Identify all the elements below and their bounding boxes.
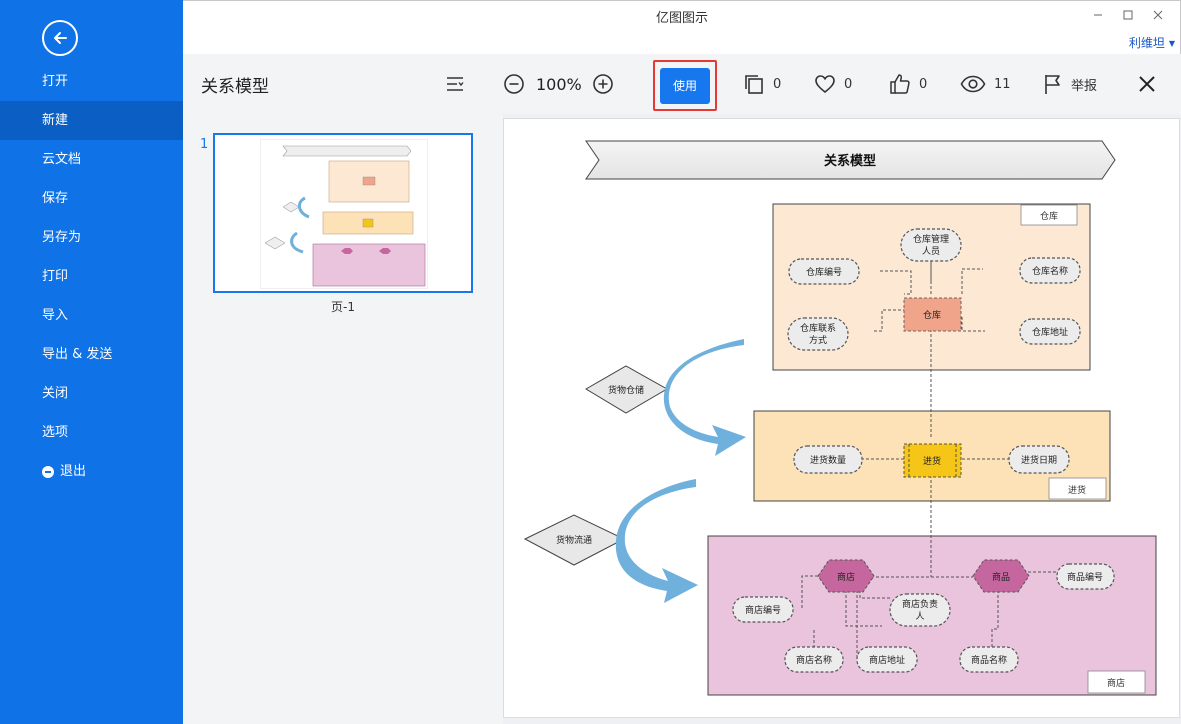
close-preview-button[interactable] bbox=[1137, 70, 1157, 98]
zoom-in-button[interactable] bbox=[592, 70, 614, 98]
node-goods-name-label: 商品名称 bbox=[971, 654, 1007, 666]
toolbar: 关系模型 100% 使用 0 0 0 11 举报 bbox=[183, 54, 1181, 114]
relation-storage-label: 货物仓储 bbox=[608, 384, 644, 396]
node-date-label: 进货日期 bbox=[1021, 454, 1057, 466]
list-menu-icon bbox=[447, 77, 464, 91]
user-menu[interactable]: 利维坦 ▼ bbox=[1129, 34, 1175, 51]
node-shop-name-label: 商店名称 bbox=[796, 654, 832, 666]
page-thumbnail[interactable] bbox=[213, 133, 473, 293]
sidebar-item-export[interactable]: 导出 & 发送 bbox=[0, 335, 183, 374]
sidebar-item-cloud[interactable]: 云文档 bbox=[0, 140, 183, 179]
node-shop-addr-label: 商店地址 bbox=[869, 654, 905, 666]
node-wh-contact-label-1: 仓库联系 bbox=[800, 322, 836, 334]
close-icon bbox=[1139, 76, 1155, 92]
zoom-in-icon bbox=[593, 74, 613, 94]
maximize-icon bbox=[1123, 10, 1133, 20]
sidebar-item-new[interactable]: 新建 bbox=[0, 101, 183, 140]
node-goods-center-label: 商品 bbox=[992, 571, 1010, 583]
thumbs-up-icon bbox=[890, 74, 910, 94]
eye-icon bbox=[960, 75, 986, 93]
node-goods-id-label: 商品编号 bbox=[1067, 571, 1103, 583]
exit-icon bbox=[42, 465, 54, 478]
sidebar-item-options[interactable]: 选项 bbox=[0, 413, 183, 452]
copy-count[interactable]: 0 bbox=[743, 70, 781, 98]
node-wh-contact-label-2: 方式 bbox=[809, 334, 827, 346]
sidebar-item-close[interactable]: 关闭 bbox=[0, 374, 183, 413]
arrow-left-icon bbox=[54, 32, 67, 44]
sidebar-item-open[interactable]: 打开 bbox=[0, 62, 183, 101]
page-number: 1 bbox=[200, 137, 209, 152]
node-wh-addr-label: 仓库地址 bbox=[1032, 326, 1068, 338]
caret-down-icon: ▼ bbox=[1168, 39, 1175, 48]
arrow-flow bbox=[615, 479, 698, 603]
relation-flow-label: 货物流通 bbox=[556, 534, 592, 546]
thumbnail-diagram bbox=[264, 145, 426, 287]
node-purchase-center-label: 进货 bbox=[923, 455, 941, 467]
zoom-level: 100% bbox=[536, 74, 582, 94]
sidebar-menu: 打开 新建 云文档 保存 另存为 打印 导入 导出 & 发送 关闭 选项 退出 bbox=[0, 62, 183, 491]
back-button[interactable] bbox=[42, 20, 78, 56]
zoom-out-icon bbox=[504, 74, 524, 94]
group-shop-label: 商店 bbox=[1107, 677, 1125, 689]
relation-diagram: 关系模型 仓库 进货 商店 仓库 仓库管理 人员 仓库编号 仓库名称 仓库联系 … bbox=[523, 140, 1157, 696]
group-purchase-label: 进货 bbox=[1068, 484, 1086, 496]
like-count[interactable]: 0 bbox=[889, 70, 927, 98]
minimize-button[interactable] bbox=[1083, 4, 1113, 26]
close-icon bbox=[1153, 10, 1163, 20]
node-manager-label-2: 人员 bbox=[922, 246, 940, 257]
canvas-area: 关系模型 仓库 进货 商店 仓库 仓库管理 人员 仓库编号 仓库名称 仓库联系 … bbox=[503, 114, 1181, 724]
zoom-out-button[interactable] bbox=[503, 70, 525, 98]
maximize-button[interactable] bbox=[1113, 4, 1143, 26]
node-shop-id-label: 商店编号 bbox=[745, 604, 781, 616]
outline-button[interactable] bbox=[445, 70, 465, 98]
flag-icon bbox=[1045, 75, 1060, 94]
node-manager-label-1: 仓库管理 bbox=[913, 233, 949, 245]
page-label: 页-1 bbox=[331, 300, 355, 314]
heart-icon bbox=[815, 75, 835, 94]
window-controls bbox=[1083, 4, 1173, 26]
node-warehouse-center-label: 仓库 bbox=[923, 309, 941, 321]
node-shop-center-label: 商店 bbox=[837, 571, 855, 583]
titlebar: 亿图图示 bbox=[183, 0, 1181, 32]
use-button-highlight: 使用 bbox=[653, 60, 717, 111]
use-template-button[interactable]: 使用 bbox=[660, 67, 710, 104]
diagram-canvas: 关系模型 仓库 进货 商店 仓库 仓库管理 人员 仓库编号 仓库名称 仓库联系 … bbox=[503, 118, 1180, 718]
window-title: 亿图图示 bbox=[655, 11, 708, 26]
sidebar-item-save[interactable]: 保存 bbox=[0, 179, 183, 218]
sidebar-item-save-as[interactable]: 另存为 bbox=[0, 218, 183, 257]
arrow-storage bbox=[663, 339, 746, 456]
diagram-title: 关系模型 bbox=[824, 153, 876, 169]
view-count: 11 bbox=[960, 70, 1011, 98]
favorite-count[interactable]: 0 bbox=[814, 70, 852, 98]
close-window-button[interactable] bbox=[1143, 4, 1173, 26]
node-qty-label: 进货数量 bbox=[810, 454, 846, 466]
thumbnail-panel: 1 页-1 bbox=[183, 114, 503, 724]
node-shop-owner-label-1: 商店负责 bbox=[902, 598, 938, 610]
node-wh-id-label: 仓库编号 bbox=[806, 266, 842, 278]
copy-icon bbox=[745, 75, 763, 94]
sidebar-item-import[interactable]: 导入 bbox=[0, 296, 183, 335]
sidebar-item-exit[interactable]: 退出 bbox=[0, 452, 183, 491]
document-title: 关系模型 bbox=[201, 77, 269, 97]
node-shop-owner-label-2: 人 bbox=[915, 611, 924, 622]
group-warehouse-label: 仓库 bbox=[1040, 210, 1058, 222]
node-wh-name-label: 仓库名称 bbox=[1032, 265, 1068, 277]
thumbnail-preview bbox=[260, 139, 428, 289]
sidebar: 打开 新建 云文档 保存 另存为 打印 导入 导出 & 发送 关闭 选项 退出 bbox=[0, 0, 183, 724]
report-button[interactable]: 举报 bbox=[1043, 70, 1097, 98]
minimize-icon bbox=[1094, 14, 1102, 16]
sidebar-item-print[interactable]: 打印 bbox=[0, 257, 183, 296]
